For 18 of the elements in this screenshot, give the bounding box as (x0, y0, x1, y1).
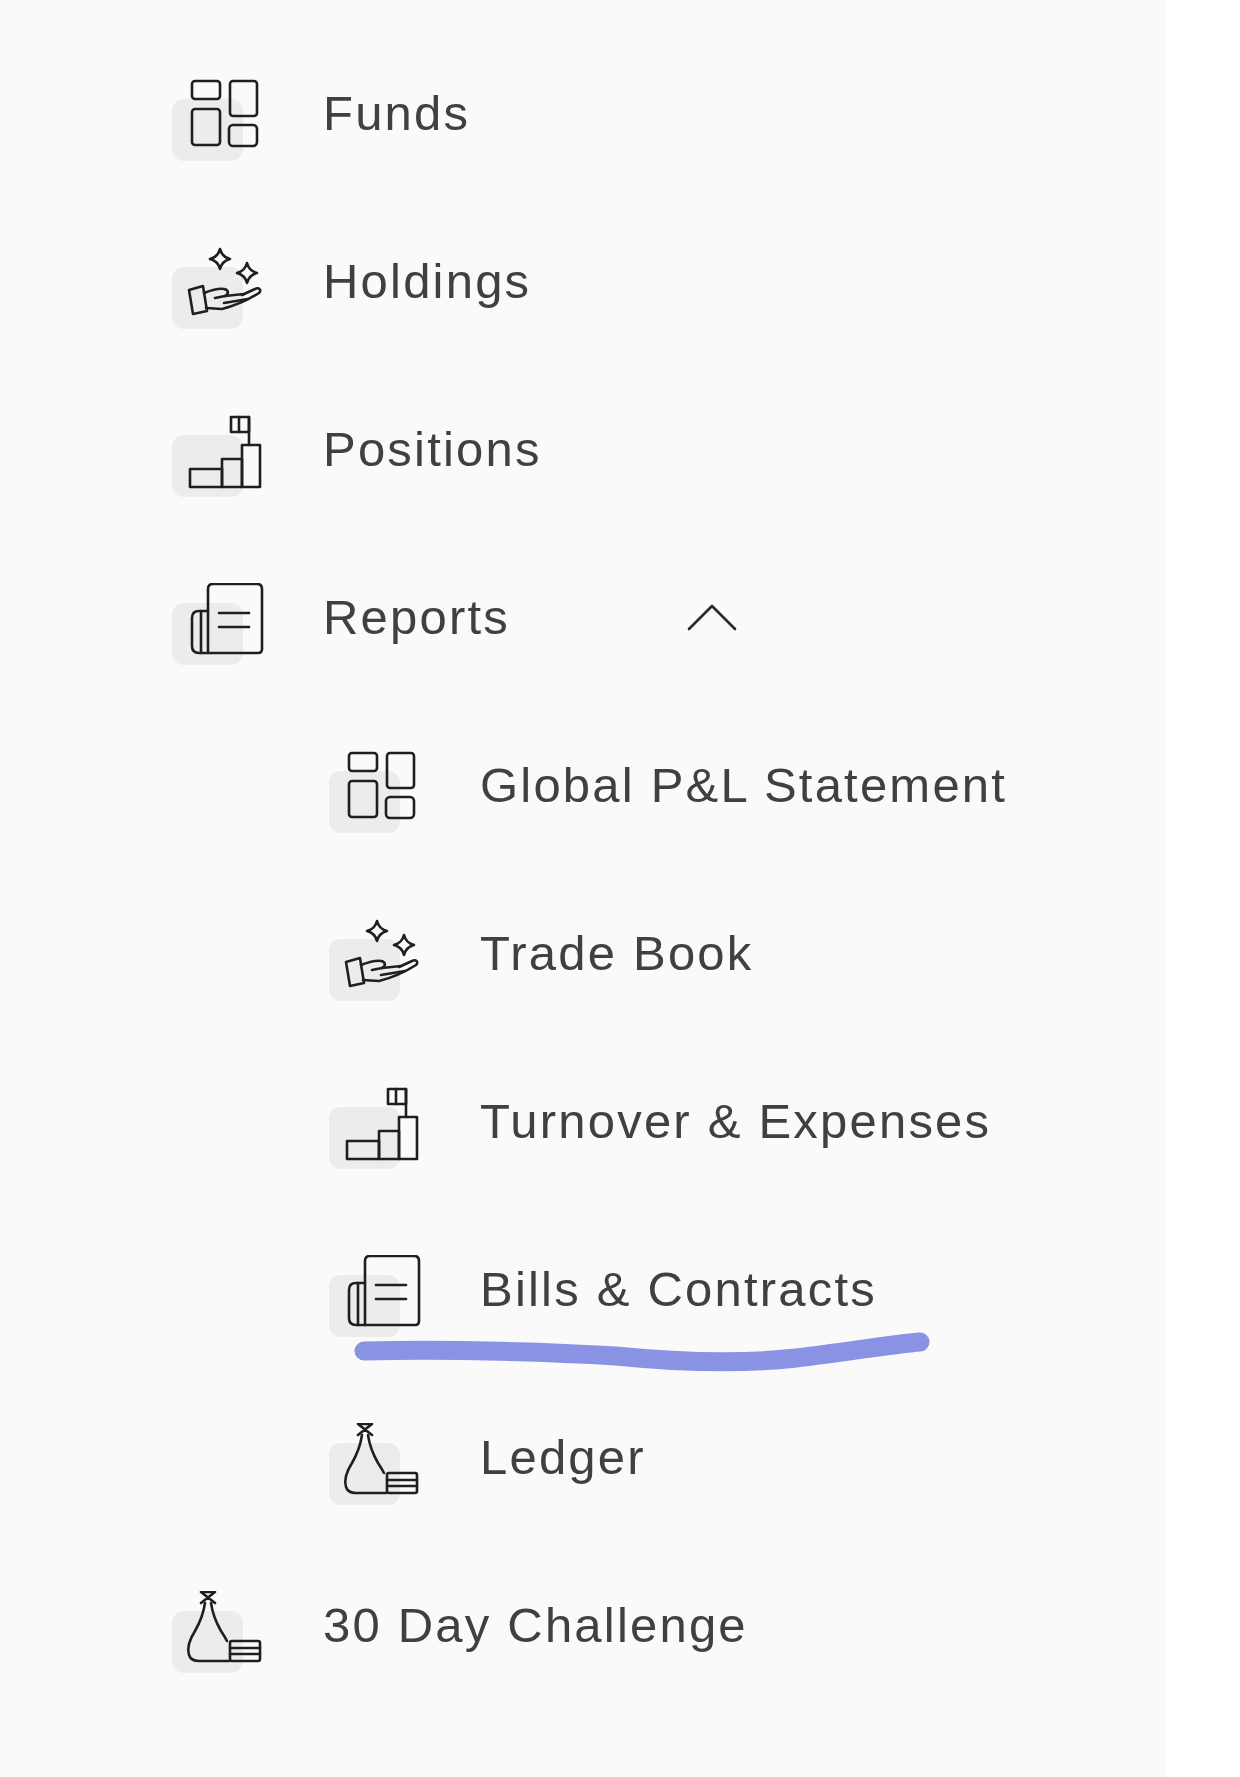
submenu-item[interactable]: Ledger (329, 1423, 646, 1507)
money-bag-icon (172, 1591, 264, 1675)
sidebar-item[interactable]: 30 Day Challenge (172, 1591, 748, 1675)
sidebar-item[interactable]: Funds (172, 79, 471, 163)
sidebar-item[interactable]: Positions (172, 415, 542, 499)
submenu-item[interactable]: Turnover & Expenses (329, 1087, 992, 1171)
steps-flag-icon (329, 1087, 421, 1171)
submenu-item[interactable]: Trade Book (329, 919, 754, 1003)
document-icon (329, 1255, 421, 1339)
money-bag-icon (329, 1423, 421, 1507)
hand-sparkles-icon (329, 919, 421, 1003)
sidebar-item[interactable]: Holdings (172, 247, 532, 331)
submenu-item[interactable]: Bills & Contracts (329, 1255, 877, 1339)
steps-flag-icon (172, 415, 264, 499)
submenu-item[interactable]: Global P&L Statement (329, 751, 1008, 835)
sidebar-item[interactable]: Reports (172, 583, 737, 667)
hand-sparkles-icon (172, 247, 264, 331)
document-icon (172, 583, 264, 667)
